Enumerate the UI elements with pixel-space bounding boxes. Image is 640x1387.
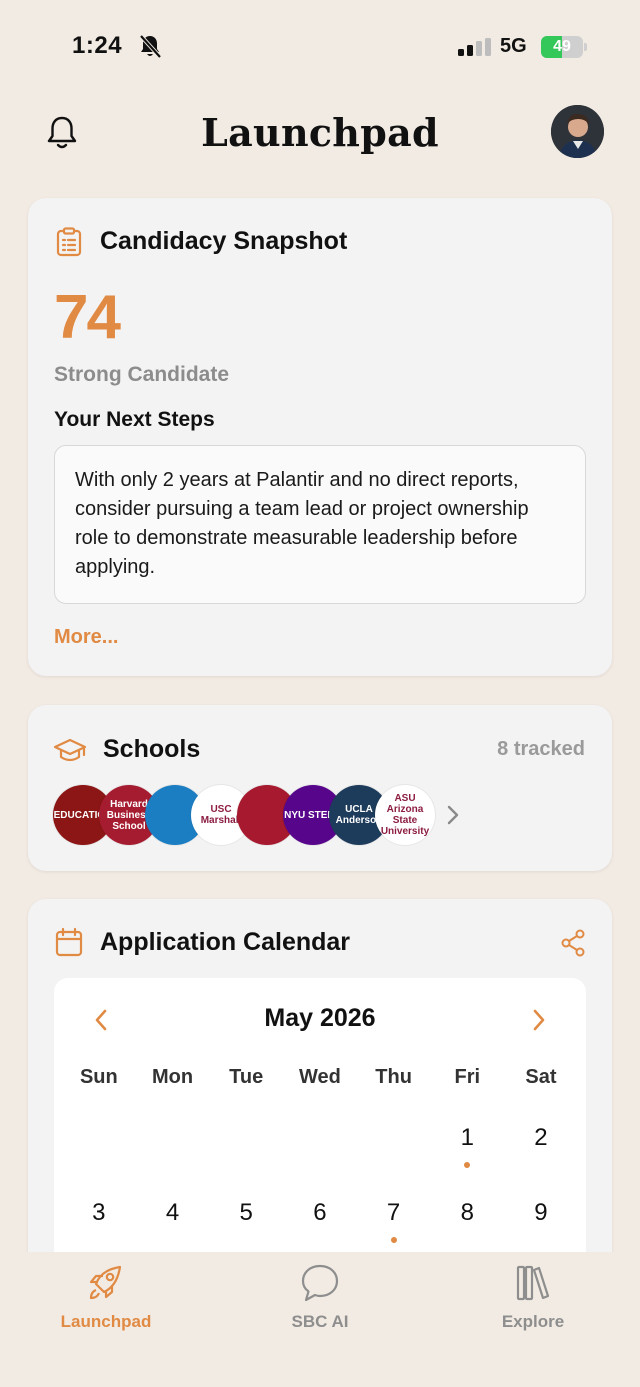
weekday-label: Thu xyxy=(375,1066,412,1088)
tab-sbc-ai[interactable]: SBC AI xyxy=(240,1262,400,1332)
calendar-day[interactable]: 6 xyxy=(283,1199,357,1259)
school-logo-text: ASU Arizona State University xyxy=(380,793,430,837)
score-label: Strong Candidate xyxy=(54,363,230,386)
tab-bar: Launchpad SBC AI Explore xyxy=(0,1252,640,1387)
tab-launchpad[interactable]: Launchpad xyxy=(26,1262,186,1332)
next-steps-advice: With only 2 years at Palantir and no dir… xyxy=(54,445,586,604)
calendar-day xyxy=(136,1124,210,1184)
calendar-icon xyxy=(55,927,83,957)
library-icon xyxy=(516,1265,550,1301)
calendar-day-number: 4 xyxy=(165,1199,180,1226)
network-type: 5G xyxy=(500,35,527,57)
calendar-day[interactable]: 5 xyxy=(209,1199,283,1259)
weekday-label: Mon xyxy=(151,1066,194,1088)
chat-bubble-icon xyxy=(301,1264,339,1302)
app-header: Launchpad xyxy=(0,100,640,165)
calendar-day xyxy=(62,1124,136,1184)
calendar-day xyxy=(209,1124,283,1184)
chevron-right-icon[interactable] xyxy=(444,803,462,827)
calendar-week-row: 3 4 5 6 7 8 9 xyxy=(62,1199,578,1259)
calendar-day-number: 9 xyxy=(534,1199,548,1226)
tab-label: Launchpad xyxy=(60,1312,152,1331)
graduation-cap-icon xyxy=(53,738,87,762)
candidacy-score: 74 xyxy=(54,283,121,352)
weekday-label: Tue xyxy=(229,1066,264,1088)
calendar-day[interactable]: 2 xyxy=(504,1124,578,1184)
school-logos[interactable]: EDUCATION Harvard Business School USC Mars… xyxy=(53,785,453,845)
next-steps-heading: Your Next Steps xyxy=(54,408,215,431)
schools-title: Schools xyxy=(103,735,201,763)
schools-tracked-count: 8 tracked xyxy=(497,738,585,760)
snapshot-title: Candidacy Snapshot xyxy=(100,227,348,255)
calendar-day-number: 6 xyxy=(313,1199,327,1226)
chevron-right-icon[interactable] xyxy=(530,1006,548,1034)
weekday-label: Sun xyxy=(79,1066,118,1088)
calendar-weekdays: Sun Mon Tue Wed Thu Fri Sat xyxy=(62,1066,578,1089)
calendar-day-number: 3 xyxy=(92,1199,106,1226)
calendar-day-number: 2 xyxy=(534,1124,548,1151)
event-dot xyxy=(464,1162,471,1168)
event-dot xyxy=(390,1237,397,1243)
schools-card[interactable]: Schools 8 tracked EDUCATION Harvard Busin… xyxy=(28,705,612,871)
calendar-day[interactable]: 8 xyxy=(430,1199,504,1259)
candidacy-snapshot-card: Candidacy Snapshot 74 Strong Candidate Y… xyxy=(28,198,612,676)
calendar-day-number: 5 xyxy=(239,1199,253,1226)
calendar-day-number: 7 xyxy=(386,1199,401,1226)
calendar-day-number: 8 xyxy=(460,1199,474,1226)
calendar-day[interactable]: 4 xyxy=(136,1199,210,1259)
avatar-photo xyxy=(551,105,604,158)
calendar-month: May 2026 xyxy=(264,1004,376,1032)
cellular-signal-icon xyxy=(458,38,491,56)
more-link[interactable]: More... xyxy=(54,626,118,649)
calendar-day-number: 1 xyxy=(460,1124,474,1151)
school-logo[interactable]: ASU Arizona State University xyxy=(375,785,435,845)
calendar-day[interactable]: 7 xyxy=(357,1199,431,1259)
rocket-icon xyxy=(89,1265,122,1300)
weekday-label: Wed xyxy=(298,1066,341,1088)
calendar-day[interactable]: 9 xyxy=(504,1199,578,1259)
calendar-day[interactable]: 1 xyxy=(430,1124,504,1184)
clipboard-icon xyxy=(56,227,82,257)
battery-icon: 49 xyxy=(541,36,587,58)
calendar-day[interactable]: 3 xyxy=(62,1199,136,1259)
calendar-week-row: 12 xyxy=(62,1124,578,1184)
tab-label: Explore xyxy=(501,1312,565,1331)
tab-label: SBC AI xyxy=(291,1312,349,1331)
status-bar: 1:24 5G 49 xyxy=(0,0,640,95)
weekday-label: Sat xyxy=(525,1066,557,1088)
calendar-day xyxy=(357,1124,431,1184)
battery-percent: 49 xyxy=(553,38,571,55)
weekday-label: Fri xyxy=(454,1066,481,1088)
bell-slash-icon xyxy=(139,34,162,59)
tab-explore[interactable]: Explore xyxy=(453,1262,613,1332)
avatar[interactable] xyxy=(551,105,604,158)
calendar-title: Application Calendar xyxy=(100,928,351,956)
page-title: Launchpad xyxy=(201,110,439,155)
share-icon[interactable] xyxy=(560,929,586,957)
calendar-day xyxy=(283,1124,357,1184)
status-time: 1:24 xyxy=(72,32,123,59)
